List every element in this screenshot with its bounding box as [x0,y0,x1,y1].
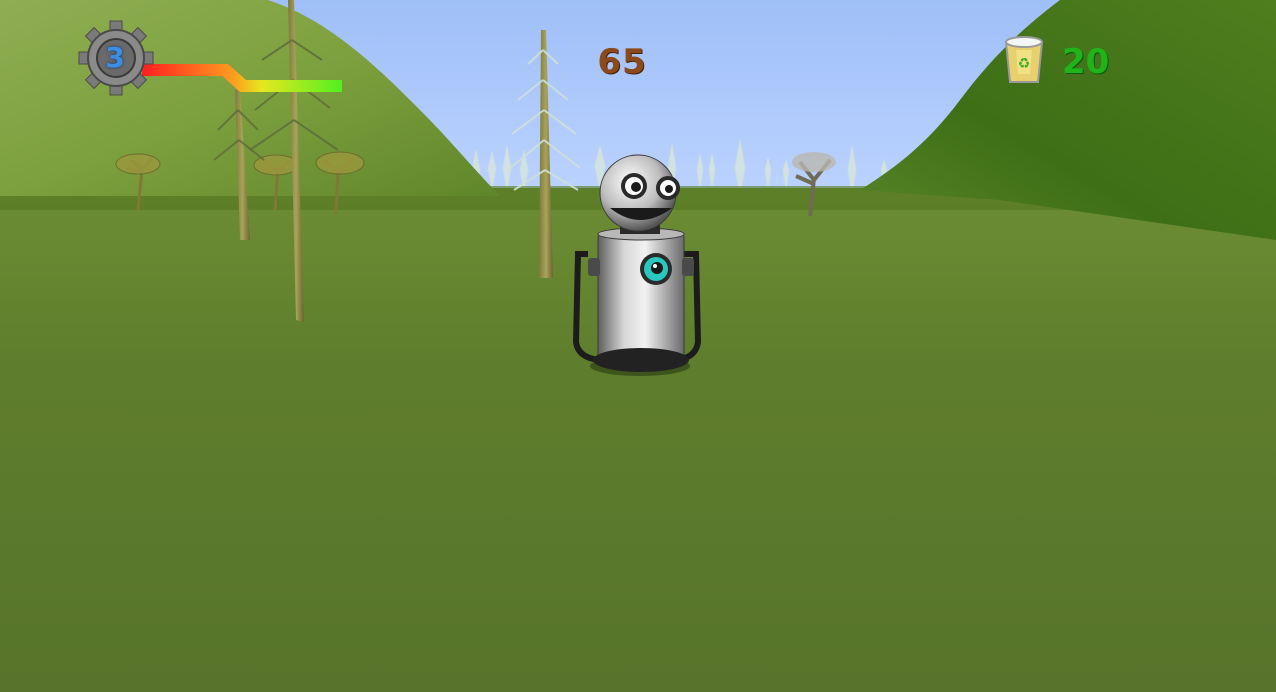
score-counter: 65 [597,42,647,82]
game-scene: ♻ [0,0,1276,692]
svg-text:♻: ♻ [1018,56,1031,72]
lives-counter: 3 [105,41,125,74]
robot-left-knob [588,258,600,276]
recycle-bin-icon: ♻ [1004,36,1044,83]
robot-base [593,348,689,372]
trash-counter: 20 [1062,42,1110,82]
robot-body [597,231,685,361]
robot-right-knob [682,258,694,276]
